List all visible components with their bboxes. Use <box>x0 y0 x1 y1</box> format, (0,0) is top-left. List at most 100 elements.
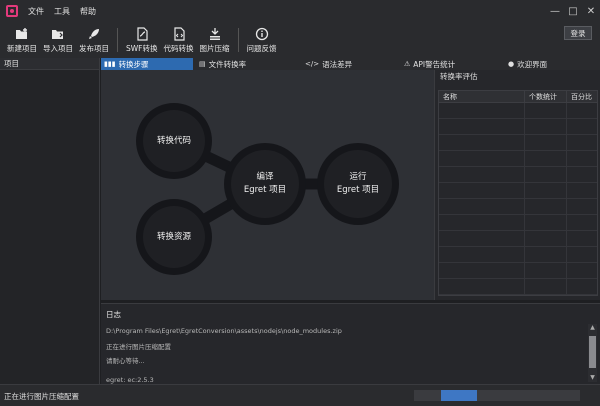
info-icon <box>255 27 269 41</box>
table-cell <box>439 167 525 182</box>
conversion-rate-panel: 转换率评估 名称 个数统计 百分比 <box>434 70 600 300</box>
table-cell <box>525 103 567 118</box>
title-bar: 文件 工具 帮助 — □ ✕ <box>0 0 600 22</box>
publish-project-label: 发布项目 <box>79 43 109 53</box>
conversion-flow-canvas: 转换代码 转换资源 编译 Egret 项目 运行 Egret 项目 <box>101 70 434 300</box>
table-row[interactable] <box>439 279 597 295</box>
node-label: 转换资源 <box>156 231 191 242</box>
progress-bar <box>414 390 580 401</box>
table-cell <box>439 247 525 262</box>
toolbar-divider <box>117 28 118 52</box>
table-cell <box>567 263 597 278</box>
scrollbar-thumb[interactable] <box>589 336 596 368</box>
node-sublabel: Egret 项目 <box>243 185 287 195</box>
convert-assets-node[interactable]: 转换资源 <box>136 199 212 275</box>
image-compress-label: 图片压缩 <box>199 43 230 53</box>
table-cell <box>439 183 525 198</box>
swf-convert-button[interactable]: SWF转换 <box>123 22 161 58</box>
scroll-down-icon[interactable]: ▼ <box>588 374 597 382</box>
menu-bar: 文件 工具 帮助 <box>28 6 106 17</box>
table-cell <box>567 151 597 166</box>
table-cell <box>525 215 567 230</box>
column-header-name[interactable]: 名称 <box>439 91 525 102</box>
table-cell <box>525 231 567 246</box>
table-cell <box>525 199 567 214</box>
menu-file[interactable]: 文件 <box>28 6 44 17</box>
new-project-button[interactable]: 新建项目 <box>4 22 40 58</box>
table-row[interactable] <box>439 247 597 263</box>
table-cell <box>567 167 597 182</box>
code-convert-button[interactable]: 代码转换 <box>161 22 197 58</box>
table-cell <box>567 231 597 246</box>
tab-label: 文件转换率 <box>208 59 247 69</box>
tab-welcome[interactable]: ● 欢迎界面 <box>505 58 597 70</box>
table-cell <box>525 151 567 166</box>
table-row[interactable] <box>439 135 597 151</box>
node-label: 编译 <box>256 172 274 182</box>
table-row[interactable] <box>439 183 597 199</box>
table-row[interactable] <box>439 215 597 231</box>
table-row[interactable] <box>439 167 597 183</box>
table-cell <box>567 215 597 230</box>
convert-code-node[interactable]: 转换代码 <box>136 103 212 179</box>
table-cell <box>439 151 525 166</box>
app-logo-icon <box>6 5 18 17</box>
log-line: egret: ec:2.5.3 <box>106 376 154 384</box>
log-title: 日志 <box>106 310 121 319</box>
feedback-button[interactable]: 问题反馈 <box>244 22 280 58</box>
tab-file-conversion-rate[interactable]: ▤ 文件转换率 <box>193 58 301 70</box>
table-row[interactable] <box>439 263 597 279</box>
status-text: 正在进行图片压缩配置 <box>4 392 79 401</box>
maximize-icon[interactable]: □ <box>564 0 582 22</box>
steps-icon: ▮▮▮ <box>104 60 116 68</box>
table-cell <box>567 279 597 294</box>
scroll-up-icon[interactable]: ▲ <box>588 324 597 332</box>
new-project-label: 新建项目 <box>7 43 37 53</box>
table-cell <box>525 263 567 278</box>
tab-api-warnings[interactable]: ⚠ API警告统计 <box>401 58 505 70</box>
table-cell <box>439 263 525 278</box>
tab-syntax-diff[interactable]: </> 语法差异 <box>301 58 401 70</box>
project-panel-header: 项目 <box>0 58 99 70</box>
table-cell <box>525 183 567 198</box>
table-row[interactable] <box>439 103 597 119</box>
table-row[interactable] <box>439 199 597 215</box>
compile-egret-node[interactable]: 编译 Egret 项目 <box>224 143 306 225</box>
table-row[interactable] <box>439 231 597 247</box>
column-header-percent[interactable]: 百分比 <box>567 91 597 102</box>
rate-table-header: 名称 个数统计 百分比 <box>439 91 597 103</box>
minimize-icon[interactable]: — <box>546 0 564 22</box>
table-cell <box>525 167 567 182</box>
login-button[interactable]: 登录 <box>564 26 592 40</box>
image-compress-button[interactable]: 图片压缩 <box>197 22 233 58</box>
column-header-count[interactable]: 个数统计 <box>525 91 567 102</box>
table-row[interactable] <box>439 151 597 167</box>
rate-table: 名称 个数统计 百分比 <box>438 90 598 296</box>
log-line: 正在进行图片压缩配置 <box>106 343 171 351</box>
table-cell <box>439 119 525 134</box>
close-icon[interactable]: ✕ <box>582 0 600 22</box>
import-project-button[interactable]: 导入项目 <box>40 22 76 58</box>
table-row[interactable] <box>439 119 597 135</box>
swf-convert-label: SWF转换 <box>126 43 158 53</box>
tab-convert-steps[interactable]: ▮▮▮ 转换步骤 <box>101 58 193 70</box>
tab-label: API警告统计 <box>413 59 456 69</box>
publish-project-button[interactable]: 发布项目 <box>76 22 112 58</box>
toolbar-divider <box>237 28 239 52</box>
document-icon: ▤ <box>199 60 206 68</box>
log-scrollbar[interactable]: ▲ ▼ <box>588 324 597 382</box>
chat-icon: ● <box>508 60 515 68</box>
import-project-label: 导入项目 <box>43 43 73 53</box>
table-cell <box>439 231 525 246</box>
rocket-icon <box>87 27 101 41</box>
menu-tools[interactable]: 工具 <box>54 6 70 17</box>
menu-help[interactable]: 帮助 <box>80 6 96 17</box>
table-cell <box>439 279 525 294</box>
table-cell <box>439 215 525 230</box>
log-line: D:\Program Files\Egret\EgretConversion\a… <box>106 327 342 335</box>
run-egret-node[interactable]: 运行 Egret 项目 <box>317 143 399 225</box>
node-sublabel: Egret 项目 <box>336 185 380 195</box>
table-cell <box>567 199 597 214</box>
compress-icon <box>208 27 222 41</box>
table-cell <box>567 247 597 262</box>
